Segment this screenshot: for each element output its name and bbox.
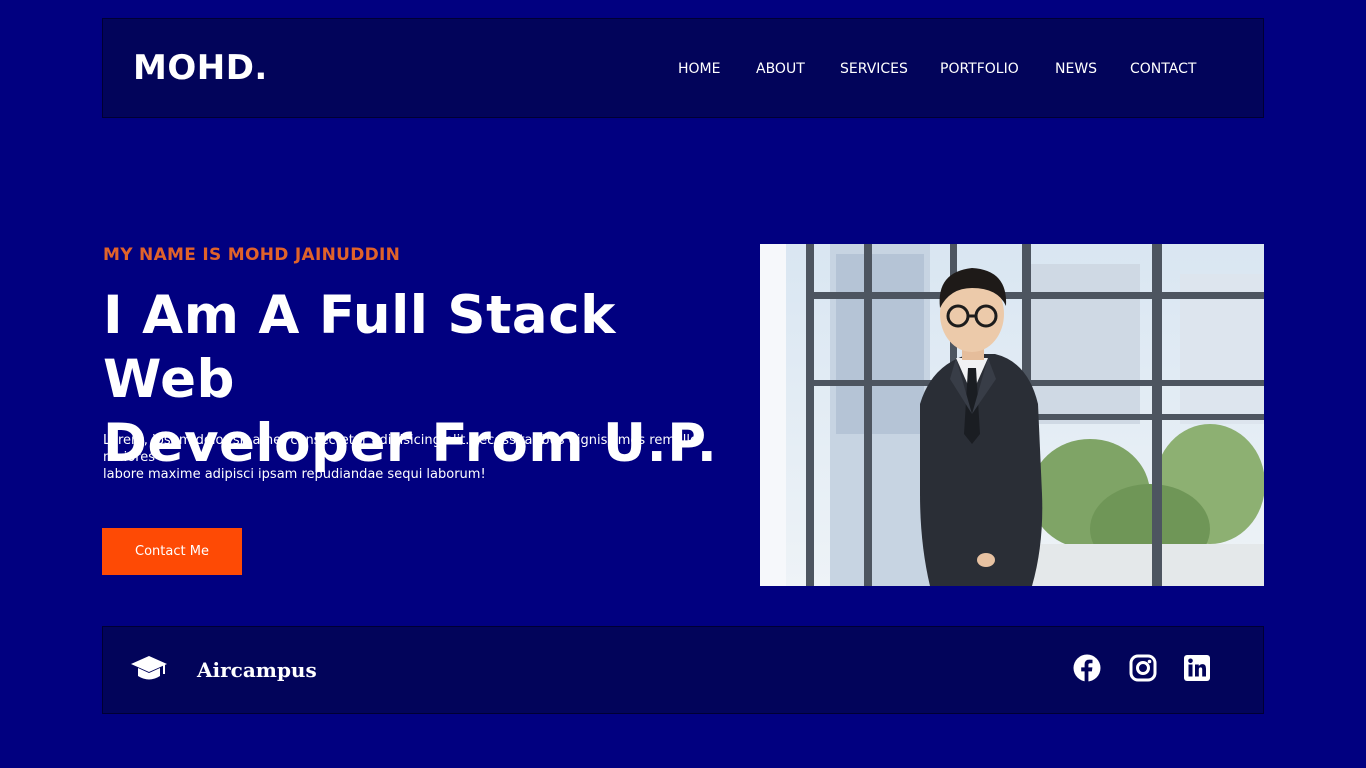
graduation-cap-icon bbox=[131, 656, 167, 680]
nav-portfolio-link[interactable]: PORTFOLIO bbox=[940, 59, 1019, 79]
footer-bar: Aircampus bbox=[102, 626, 1264, 714]
hero-title-line-1: I Am A Full Stack Web bbox=[103, 285, 616, 410]
contact-me-button[interactable]: Contact Me bbox=[102, 528, 242, 575]
nav-services-link[interactable]: SERVICES bbox=[840, 59, 908, 79]
main-nav: HOME ABOUT SERVICES PORTFOLIO NEWS CONTA… bbox=[103, 59, 1263, 79]
profile-photo bbox=[760, 244, 1264, 586]
hero-subtitle: MY NAME IS MOHD JAINUDDIN bbox=[103, 245, 401, 265]
nav-about-link[interactable]: ABOUT bbox=[756, 59, 805, 79]
navbar: MOHD. HOME ABOUT SERVICES PORTFOLIO NEWS… bbox=[102, 18, 1264, 118]
facebook-icon[interactable] bbox=[1073, 654, 1101, 682]
brand-name: Aircampus bbox=[197, 658, 317, 682]
nav-contact-link[interactable]: CONTACT bbox=[1130, 59, 1196, 79]
hero-description-line-1: Lorem, ipsum dolor sit amet consectetur … bbox=[103, 433, 698, 465]
nav-news-link[interactable]: NEWS bbox=[1055, 59, 1097, 79]
hero-description: Lorem, ipsum dolor sit amet consectetur … bbox=[103, 432, 723, 483]
hero-description-line-2: labore maxime adipisci ipsam repudiandae… bbox=[103, 467, 486, 482]
instagram-icon[interactable] bbox=[1129, 654, 1157, 682]
nav-home-link[interactable]: HOME bbox=[678, 59, 720, 79]
linkedin-icon[interactable] bbox=[1183, 654, 1211, 682]
